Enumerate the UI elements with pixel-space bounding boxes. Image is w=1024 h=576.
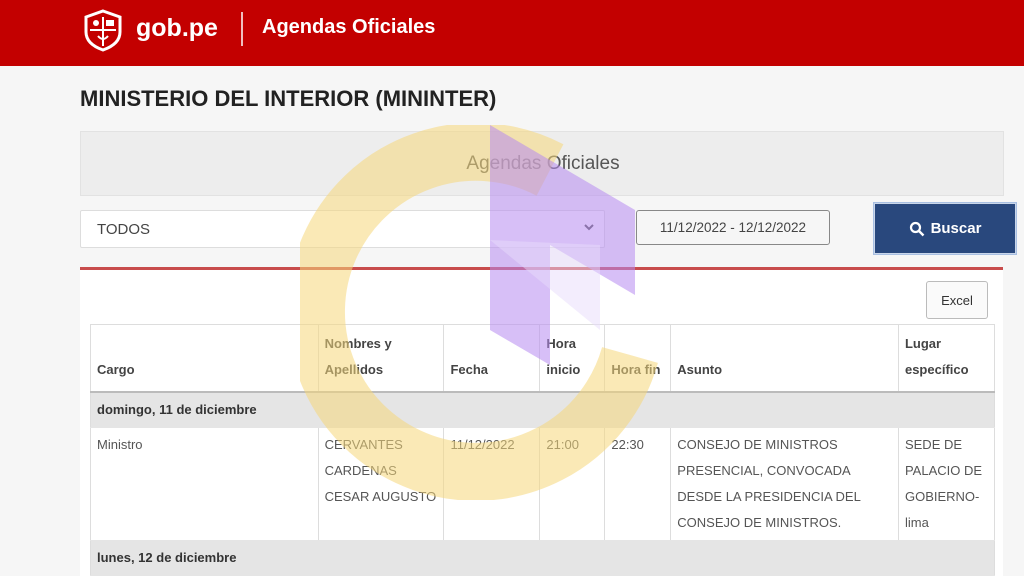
cell-fecha: 11/12/2022 xyxy=(443,427,541,541)
cell-nombres: CERVANTES CARDENAS CESAR AUGUSTO xyxy=(318,427,445,541)
panel-title: Agendas Oficiales xyxy=(466,153,620,174)
agendas-panel: Agendas Oficiales xyxy=(80,131,1004,196)
date-range-input[interactable]: 11/12/2022 - 12/12/2022 xyxy=(636,210,830,245)
group-row: lunes, 12 de diciembre xyxy=(90,540,995,576)
entity-select-value: TODOS xyxy=(97,221,151,238)
column-header-hora-fin: Hora fin xyxy=(604,324,672,393)
column-header-hora-inicio: Hora inicio xyxy=(539,324,606,393)
cell-asunto: CONSEJO DE MINISTROS PRESENCIAL, CONVOCA… xyxy=(670,427,899,541)
cell-hora-inicio: 21:00 xyxy=(539,427,606,541)
column-header-cargo: Cargo xyxy=(90,324,319,393)
top-bar: gob.pe Agendas Oficiales xyxy=(0,0,1024,66)
header-divider xyxy=(241,12,243,46)
cell-cargo: Ministro xyxy=(90,427,319,541)
entity-select[interactable]: TODOS xyxy=(80,210,605,248)
group-row: domingo, 11 de diciembre xyxy=(90,392,995,428)
group-label: domingo, 11 de diciembre xyxy=(90,392,995,428)
group-label: lunes, 12 de diciembre xyxy=(90,540,995,576)
column-header-asunto: Asunto xyxy=(670,324,899,393)
date-range-value: 11/12/2022 - 12/12/2022 xyxy=(659,220,807,235)
cell-lugar: SEDE DE PALACIO DE GOBIERNO-lima xyxy=(898,427,996,541)
column-header-fecha: Fecha xyxy=(443,324,541,393)
cell-hora-fin: 22:30 xyxy=(604,427,672,541)
search-icon xyxy=(909,221,924,236)
excel-export-button[interactable]: Excel xyxy=(926,281,988,319)
table-row: Ministro CERVANTES CARDENAS CESAR AUGUST… xyxy=(90,427,996,541)
brand-link[interactable]: gob.pe xyxy=(136,14,218,43)
peru-coat-of-arms-icon[interactable] xyxy=(80,8,126,52)
search-button-label: Buscar xyxy=(930,220,982,237)
table-header-row: Cargo Nombres y Apellidos Fecha Hora ini… xyxy=(90,324,996,393)
column-header-lugar: Lugar específico xyxy=(898,324,996,393)
page-title: MINISTERIO DEL INTERIOR (MININTER) xyxy=(80,86,497,111)
column-header-nombres: Nombres y Apellidos xyxy=(318,324,445,393)
agenda-table: Cargo Nombres y Apellidos Fecha Hora ini… xyxy=(90,324,996,576)
chevron-down-icon xyxy=(584,224,594,231)
section-title[interactable]: Agendas Oficiales xyxy=(262,16,435,39)
search-button[interactable]: Buscar xyxy=(873,202,1017,255)
